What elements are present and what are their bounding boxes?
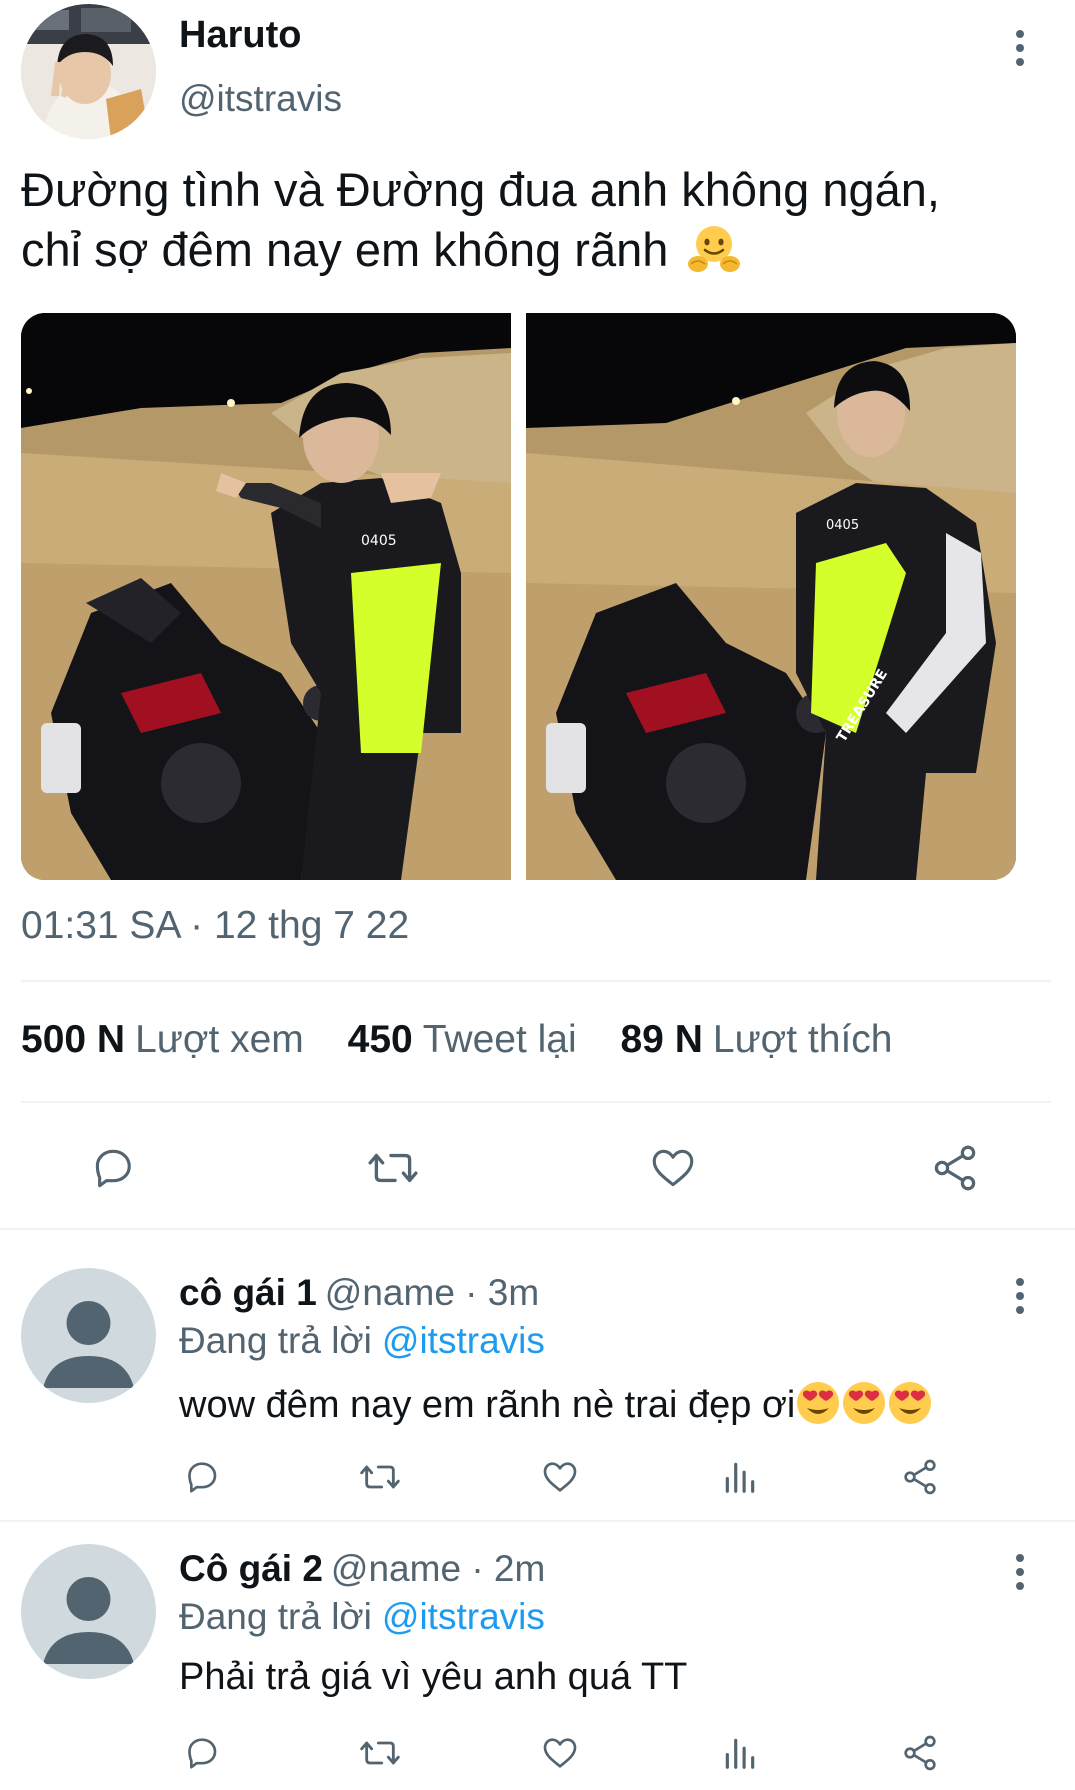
reply-header: Cô gái 2 @name · 2m bbox=[179, 1548, 545, 1590]
more-dot bbox=[1016, 1292, 1024, 1300]
more-dot bbox=[1016, 58, 1024, 66]
default-user-icon bbox=[43, 1301, 134, 1388]
tweet-media: 0405 0405 TREASURE bbox=[21, 313, 1016, 880]
default-avatar[interactable] bbox=[21, 1544, 156, 1679]
reply-button[interactable] bbox=[82, 1140, 144, 1196]
more-dot bbox=[1016, 1278, 1024, 1286]
divider bbox=[21, 980, 1051, 982]
share-icon bbox=[904, 1735, 936, 1771]
retweet-icon bbox=[360, 1741, 400, 1765]
reply-text: wow đêm nay em rãnh nè trai đẹp ơi bbox=[179, 1384, 796, 1426]
photo-image: 0405 bbox=[21, 313, 511, 880]
reply-tweet: Cô gái 2 @name · 2m Đang trả lời @itstravi… bbox=[0, 1522, 1075, 1790]
author-handle[interactable]: @itstravis bbox=[179, 78, 342, 120]
more-options-button[interactable] bbox=[1002, 26, 1038, 70]
reply-icon bbox=[188, 1738, 217, 1769]
more-dot bbox=[1016, 44, 1024, 52]
tweet-photo-1[interactable]: 0405 bbox=[21, 313, 511, 880]
heart-eyes-emoji bbox=[797, 1382, 840, 1424]
default-user-icon bbox=[43, 1577, 134, 1664]
tweet-text-line-2-wrap: chỉ sợ đêm nay em không rãnh bbox=[21, 220, 1051, 280]
stat-value: 500 N bbox=[21, 1018, 126, 1061]
reply-button[interactable] bbox=[178, 1730, 226, 1776]
reply-text-wrap: wow đêm nay em rãnh nè trai đẹp ơi bbox=[179, 1380, 933, 1427]
stat-likes[interactable]: 89 N Lượt thích bbox=[620, 1018, 892, 1062]
replying-to: Đang trả lời @itstravis bbox=[179, 1320, 545, 1362]
views-button[interactable] bbox=[716, 1730, 764, 1776]
retweet-icon bbox=[368, 1153, 418, 1183]
tweet-stats: 500 N Lượt xem 450 Tweet lại 89 N Lượt thíc… bbox=[21, 1018, 925, 1062]
tweet-timestamp[interactable]: 01:31 SA · 12 thg 7 22 bbox=[21, 904, 409, 948]
more-dot bbox=[1016, 1582, 1024, 1590]
retweet-button[interactable] bbox=[356, 1454, 404, 1500]
stat-value: 89 N bbox=[620, 1018, 703, 1061]
tweet-photo-2[interactable]: 0405 TREASURE bbox=[526, 313, 1016, 880]
like-button[interactable] bbox=[536, 1730, 584, 1776]
stat-label: Tweet lại bbox=[422, 1018, 577, 1061]
share-button[interactable] bbox=[924, 1140, 986, 1196]
retweet-button[interactable] bbox=[362, 1140, 424, 1196]
more-dot bbox=[1016, 1568, 1024, 1576]
analytics-icon bbox=[725, 1738, 755, 1769]
share-button[interactable] bbox=[896, 1454, 944, 1500]
reply-author-name[interactable]: Cô gái 2 bbox=[179, 1548, 323, 1589]
like-icon bbox=[652, 1149, 694, 1187]
reply-button[interactable] bbox=[178, 1454, 226, 1500]
stat-label: Lượt thích bbox=[712, 1018, 893, 1061]
retweet-icon bbox=[360, 1465, 400, 1489]
analytics-icon bbox=[725, 1462, 755, 1493]
replying-to-mention[interactable]: @itstravis bbox=[382, 1596, 545, 1637]
stat-retweets[interactable]: 450 Tweet lại bbox=[348, 1018, 577, 1062]
like-button[interactable] bbox=[536, 1454, 584, 1500]
retweet-button[interactable] bbox=[356, 1730, 404, 1776]
tweet-text-line-2: chỉ sợ đêm nay em không rãnh bbox=[21, 223, 669, 276]
reply-tweet: cô gái 1 @name · 3m Đang trả lời @itstravi… bbox=[0, 1230, 1075, 1522]
stat-label: Lượt xem bbox=[135, 1018, 304, 1061]
jacket-text: 0405 bbox=[361, 533, 397, 549]
tweet-text: Đường tình và Đường đua anh không ngán, … bbox=[21, 160, 1051, 280]
replying-to-mention[interactable]: @itstravis bbox=[382, 1320, 545, 1361]
share-icon bbox=[934, 1145, 976, 1191]
stat-value: 450 bbox=[347, 1018, 413, 1061]
views-button[interactable] bbox=[716, 1454, 764, 1500]
replying-to: Đang trả lời @itstravis bbox=[179, 1596, 545, 1638]
hugging-face-emoji bbox=[688, 226, 741, 272]
default-avatar[interactable] bbox=[21, 1268, 156, 1403]
reply-meta: @name · 3m bbox=[324, 1272, 540, 1313]
avatar-photo bbox=[21, 4, 156, 139]
like-icon bbox=[543, 1738, 577, 1768]
reply-meta: @name · 2m bbox=[330, 1548, 546, 1589]
tweet-text-line-1: Đường tình và Đường đua anh không ngán, bbox=[21, 163, 940, 216]
reply-author-name[interactable]: cô gái 1 bbox=[179, 1272, 317, 1313]
like-icon bbox=[543, 1462, 577, 1492]
jacket-text: 0405 bbox=[826, 518, 859, 533]
heart-eyes-emoji bbox=[843, 1382, 886, 1424]
reply-icon bbox=[95, 1149, 131, 1188]
reply-header: cô gái 1 @name · 3m bbox=[179, 1272, 539, 1314]
share-button[interactable] bbox=[896, 1730, 944, 1776]
photo-image: 0405 TREASURE bbox=[526, 313, 1016, 880]
reply-text: Phải trả giá vì yêu anh quá TT bbox=[179, 1656, 688, 1698]
more-options-button[interactable] bbox=[1002, 1550, 1038, 1594]
like-button[interactable] bbox=[642, 1140, 704, 1196]
share-icon bbox=[904, 1459, 936, 1495]
more-dot bbox=[1016, 1306, 1024, 1314]
more-dot bbox=[1016, 30, 1024, 38]
more-dot bbox=[1016, 1554, 1024, 1562]
author-avatar[interactable] bbox=[21, 4, 156, 139]
reply-icon bbox=[188, 1462, 217, 1493]
stat-views[interactable]: 500 N Lượt xem bbox=[21, 1018, 304, 1062]
divider bbox=[21, 1101, 1051, 1103]
replying-to-prefix: Đang trả lời bbox=[179, 1320, 372, 1361]
more-options-button[interactable] bbox=[1002, 1274, 1038, 1318]
heart-eyes-emoji bbox=[889, 1382, 932, 1424]
replying-to-prefix: Đang trả lời bbox=[179, 1596, 372, 1637]
author-name[interactable]: Haruto bbox=[179, 14, 301, 57]
